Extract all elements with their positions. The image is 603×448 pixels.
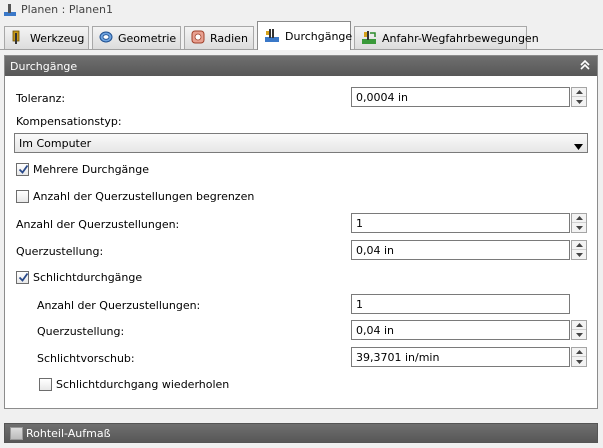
- tab-label: Anfahr-Wegfahrbewegungen: [382, 31, 539, 45]
- tab-label: Durchgänge: [285, 29, 353, 43]
- anzahl-querzustellungen-input[interactable]: [352, 214, 569, 232]
- anzahl-querzustellungen-spinner[interactable]: [571, 213, 587, 233]
- querzustellung-spinner[interactable]: [571, 240, 587, 260]
- operation-icon: [3, 3, 17, 20]
- schlichtdurchgaenge-label: Schlichtdurchgänge: [33, 271, 143, 284]
- anzahl-querzustellungen-label: Anzahl der Querzustellungen:: [16, 218, 180, 231]
- passes-icon: [264, 27, 280, 46]
- window-title: Planen : Planen1: [21, 3, 113, 16]
- spin-down-icon[interactable]: [572, 357, 586, 366]
- rohteil-aufmass-title: Rohteil-Aufmaß: [26, 427, 111, 440]
- tab-label: Geometrie: [118, 31, 177, 45]
- mehrere-durchgaenge-checkbox[interactable]: [16, 163, 29, 176]
- spin-up-icon[interactable]: [572, 241, 586, 250]
- schlicht-wiederholen-checkbox[interactable]: [39, 378, 52, 391]
- tab-werkzeug[interactable]: Werkzeug: [4, 26, 89, 49]
- linking-icon: [361, 29, 377, 48]
- tab-label: Radien: [210, 31, 248, 45]
- geometry-icon: [99, 30, 113, 47]
- spin-up-icon[interactable]: [572, 348, 586, 357]
- spin-up-icon[interactable]: [572, 214, 586, 223]
- spin-down-icon[interactable]: [572, 97, 586, 106]
- kompensationstyp-value: Im Computer: [19, 137, 92, 150]
- chevron-down-icon: [574, 140, 583, 153]
- toleranz-spinner[interactable]: [571, 87, 587, 107]
- tab-anfahr-wegfahrbewegungen[interactable]: Anfahr-Wegfahrbewegungen: [354, 26, 539, 49]
- schlicht-wiederholen-label: Schlichtdurchgang wiederholen: [56, 378, 230, 391]
- schlichtvorschub-input[interactable]: [352, 348, 569, 366]
- schlicht-querzustellung-label: Querzustellung:: [37, 325, 125, 338]
- schlicht-querzustellung-field[interactable]: [351, 320, 570, 340]
- tab-bar: Werkzeug Geometrie Radien Durchgänge Anf…: [0, 20, 603, 50]
- checkmark-icon: [18, 164, 29, 174]
- schlichtvorschub-spinner[interactable]: [571, 347, 587, 367]
- tool-icon: [11, 30, 25, 47]
- schlicht-querzustellung-spinner[interactable]: [571, 320, 587, 340]
- schlichtvorschub-field[interactable]: [351, 347, 570, 367]
- toleranz-field[interactable]: [351, 87, 570, 107]
- kompensationstyp-label: Kompensationstyp:: [16, 115, 122, 128]
- schlichtvorschub-label: Schlichtvorschub:: [37, 352, 135, 365]
- spin-down-icon[interactable]: [572, 250, 586, 259]
- tab-radien[interactable]: Radien: [184, 26, 254, 49]
- anzahl-begrenzen-label: Anzahl der Querzustellungen begrenzen: [33, 190, 255, 203]
- spin-down-icon[interactable]: [572, 223, 586, 232]
- tab-label: Werkzeug: [30, 31, 85, 45]
- toleranz-input[interactable]: [352, 88, 569, 106]
- panel-header: Durchgänge: [5, 56, 597, 76]
- querzustellung-field[interactable]: [351, 240, 570, 260]
- checkmark-icon: [18, 272, 29, 282]
- schlichtdurchgaenge-checkbox[interactable]: [16, 271, 29, 284]
- anzahl-begrenzen-checkbox[interactable]: [16, 190, 29, 203]
- schlicht-anzahl-field[interactable]: [351, 294, 570, 314]
- schlicht-anzahl-input[interactable]: [352, 295, 569, 313]
- panel-title: Durchgänge: [10, 60, 78, 73]
- schlicht-querzustellung-input[interactable]: [352, 321, 569, 339]
- mehrere-durchgaenge-label: Mehrere Durchgänge: [33, 163, 150, 176]
- spin-up-icon[interactable]: [572, 88, 586, 97]
- rohteil-aufmass-header[interactable]: Rohteil-Aufmaß: [4, 423, 598, 443]
- kompensationstyp-select[interactable]: Im Computer: [14, 133, 588, 153]
- spin-down-icon[interactable]: [572, 330, 586, 339]
- collapse-icon[interactable]: [579, 59, 591, 74]
- rohteil-aufmass-checkbox[interactable]: [10, 427, 23, 440]
- querzustellung-input[interactable]: [352, 241, 569, 259]
- querzustellung-label: Querzustellung:: [16, 245, 104, 258]
- tab-durchgaenge[interactable]: Durchgänge: [257, 21, 353, 50]
- toleranz-label: Toleranz:: [16, 92, 66, 105]
- durchgaenge-panel: Durchgänge Toleranz: Kompensationstyp: I…: [4, 55, 598, 409]
- tab-geometrie[interactable]: Geometrie: [92, 26, 181, 49]
- spin-up-icon[interactable]: [572, 321, 586, 330]
- anzahl-querzustellungen-field[interactable]: [351, 213, 570, 233]
- schlicht-anzahl-label: Anzahl der Querzustellungen:: [37, 299, 201, 312]
- window-titlebar: Planen : Planen1: [0, 0, 603, 20]
- radius-icon: [191, 30, 205, 47]
